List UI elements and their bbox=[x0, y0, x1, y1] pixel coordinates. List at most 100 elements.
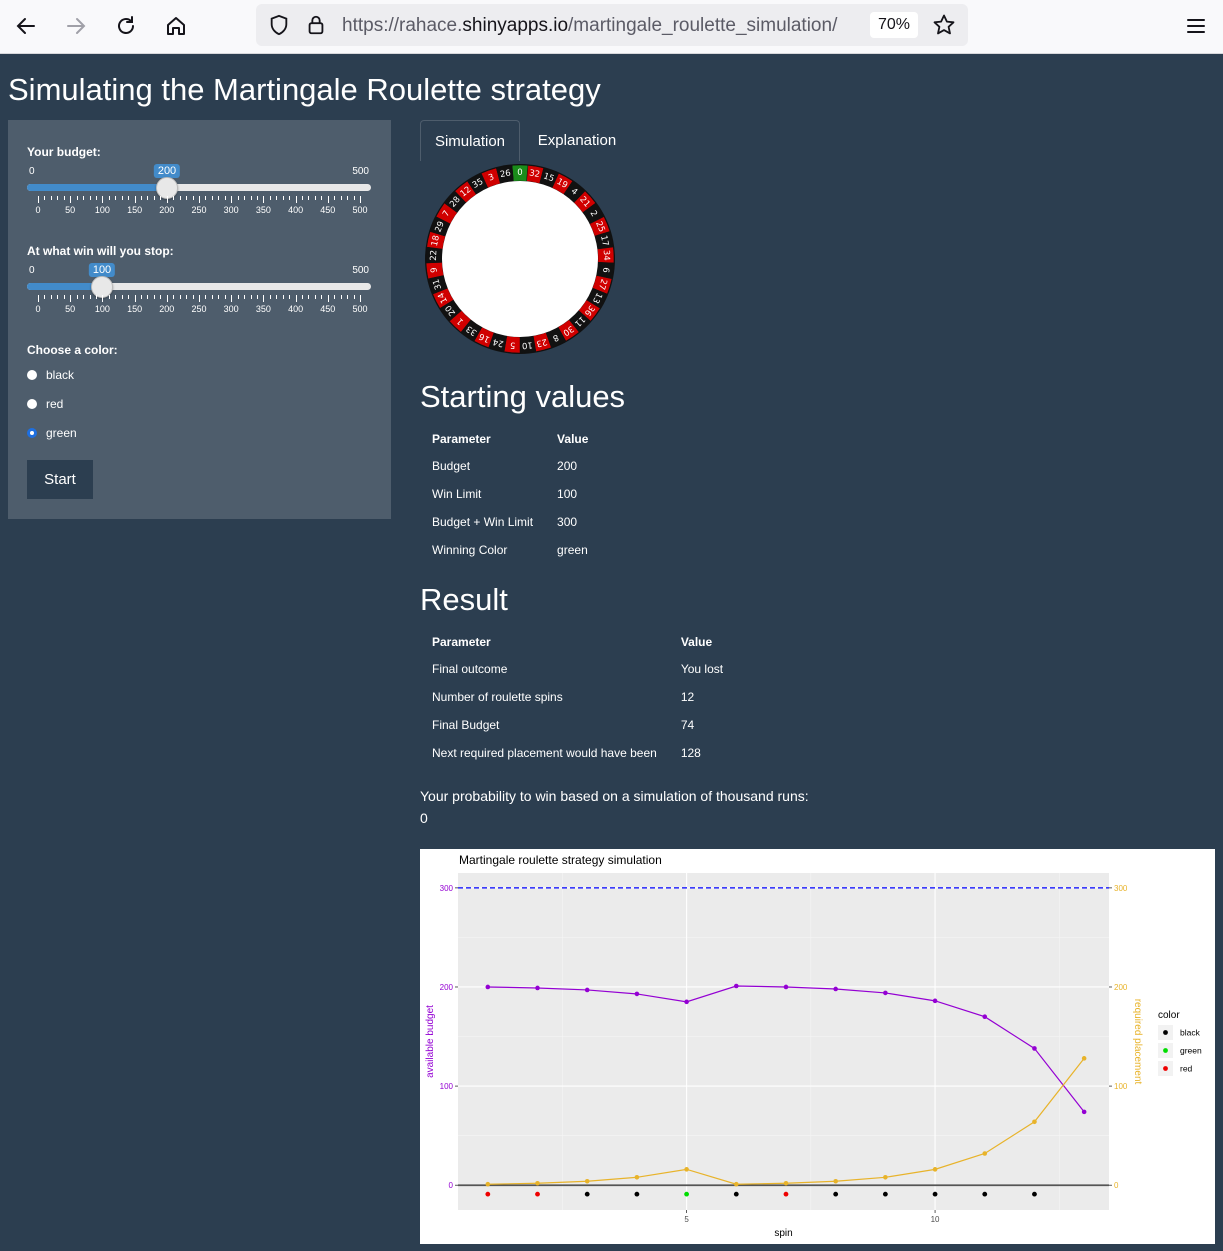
series-point bbox=[684, 1167, 689, 1172]
slider-minor-tick bbox=[141, 196, 143, 200]
legend-dot bbox=[1163, 1048, 1168, 1053]
slider-minor-tick bbox=[244, 295, 246, 299]
value-cell: 100 bbox=[557, 487, 578, 501]
slider-minor-tick bbox=[179, 295, 181, 299]
series-point bbox=[883, 990, 888, 996]
slider-minor-tick bbox=[173, 295, 175, 299]
slider-minor-tick bbox=[50, 196, 52, 200]
slider-tick-label: 100 bbox=[94, 205, 110, 215]
slider-tick bbox=[134, 295, 136, 302]
spin-color-point bbox=[733, 1191, 739, 1197]
slider-minor-tick bbox=[302, 295, 304, 299]
url-path: /martingale_roulette_simulation/ bbox=[568, 15, 838, 36]
slider-minor-tick bbox=[89, 196, 91, 200]
slider-minor-tick bbox=[147, 295, 149, 299]
chart-panel bbox=[458, 873, 1109, 1210]
series-point bbox=[634, 1174, 640, 1180]
table-row: Next required placement would have been 1… bbox=[420, 739, 735, 767]
series-point bbox=[883, 1174, 888, 1180]
y2-axis-title: required placement bbox=[1132, 999, 1143, 1085]
slider-tick-label: 450 bbox=[320, 304, 336, 314]
slider-tick-label: 0 bbox=[35, 205, 41, 215]
slider-tick-label: 400 bbox=[288, 205, 304, 215]
param-cell: Budget + Win Limit bbox=[432, 515, 534, 529]
tab-explanation[interactable]: Explanation bbox=[522, 120, 632, 161]
wheel-number: 32 bbox=[528, 168, 540, 180]
spin-color-point bbox=[485, 1191, 491, 1197]
slider-minor-tick bbox=[147, 196, 149, 200]
y-axis-title: available budget bbox=[425, 1005, 436, 1078]
slider-minor-tick bbox=[218, 196, 220, 200]
slider-tick bbox=[166, 295, 168, 302]
stopwin-slider[interactable]: 0 500 100 0 50 100 150 200 250 300 350 400 450 500 bbox=[27, 263, 371, 325]
slider-tick bbox=[70, 196, 72, 203]
slider-minor-tick bbox=[44, 196, 46, 200]
y2-tick-label: 100 bbox=[1114, 1082, 1128, 1091]
slider-minor-tick bbox=[160, 196, 162, 200]
slider-minor-tick bbox=[289, 295, 291, 299]
slider-minor-tick bbox=[121, 295, 123, 299]
bookmark-star-icon[interactable] bbox=[932, 13, 956, 42]
url-bar[interactable]: https://rahace.shinyapps.io/martingale_r… bbox=[256, 4, 968, 46]
slider-tick-label: 350 bbox=[255, 205, 271, 215]
stopwin-min-label: 0 bbox=[29, 265, 35, 276]
series-point bbox=[634, 991, 640, 997]
series-point bbox=[535, 985, 540, 991]
spin-color-point bbox=[882, 1191, 888, 1197]
slider-minor-tick bbox=[179, 196, 181, 200]
slider-minor-tick bbox=[347, 295, 349, 299]
slider-tick-label: 150 bbox=[127, 205, 143, 215]
value-cell: green bbox=[557, 543, 588, 557]
radio-green-circle[interactable] bbox=[27, 428, 37, 438]
wheel-number: 22 bbox=[429, 250, 439, 261]
menu-icon[interactable] bbox=[1180, 10, 1212, 42]
value-cell: You lost bbox=[680, 662, 724, 676]
radio-green[interactable]: green bbox=[27, 425, 77, 441]
slider-minor-tick bbox=[83, 196, 85, 200]
slider-minor-tick bbox=[340, 196, 342, 200]
slider-tick-label: 500 bbox=[352, 205, 368, 215]
shield-icon[interactable] bbox=[268, 14, 290, 41]
series-point bbox=[932, 998, 938, 1004]
reload-icon[interactable] bbox=[110, 10, 142, 42]
radio-red[interactable]: red bbox=[27, 396, 63, 412]
slider-tick-label: 450 bbox=[320, 205, 336, 215]
slider-tick bbox=[38, 196, 39, 203]
budget-max-label: 500 bbox=[352, 166, 369, 177]
table-row: Winning Color green bbox=[420, 536, 600, 564]
zoom-level[interactable]: 70% bbox=[870, 12, 918, 38]
slider-tick bbox=[199, 196, 200, 203]
table-row: Budget 200 bbox=[420, 452, 600, 480]
value-cell: 128 bbox=[680, 746, 701, 760]
slider-tick-label: 300 bbox=[223, 304, 239, 314]
radio-red-circle[interactable] bbox=[27, 399, 37, 409]
slider-minor-tick bbox=[141, 295, 143, 299]
slider-minor-tick bbox=[237, 196, 239, 200]
spin-color-point bbox=[535, 1191, 540, 1197]
slider-minor-tick bbox=[95, 196, 97, 200]
tab-simulation[interactable]: Simulation bbox=[420, 120, 520, 161]
budget-slider[interactable]: 0 500 200 0 50 100 150 200 250 300 350 400 450 500 bbox=[27, 164, 371, 226]
slider-minor-tick bbox=[211, 295, 213, 299]
lock-icon[interactable] bbox=[306, 14, 326, 41]
legend-label: black bbox=[1180, 1028, 1201, 1038]
forward-arrow-icon[interactable] bbox=[60, 10, 92, 42]
slider-tick-label: 100 bbox=[94, 304, 110, 314]
slider-minor-tick bbox=[308, 196, 310, 200]
param-cell: Budget bbox=[432, 459, 471, 473]
start-button[interactable]: Start bbox=[27, 460, 93, 499]
stopwin-max-label: 500 bbox=[352, 265, 369, 276]
back-arrow-icon[interactable] bbox=[10, 10, 42, 42]
param-cell: Final Budget bbox=[432, 718, 500, 732]
slider-minor-tick bbox=[128, 295, 130, 299]
home-icon[interactable] bbox=[160, 10, 192, 42]
table-row: Number of roulette spins 12 bbox=[420, 683, 735, 711]
url-text[interactable]: https://rahace.shinyapps.io/martingale_r… bbox=[342, 15, 837, 37]
spin-color-point bbox=[1032, 1191, 1037, 1197]
slider-minor-tick bbox=[95, 295, 97, 299]
radio-black-circle[interactable] bbox=[27, 370, 37, 380]
url-host: shinyapps.io bbox=[462, 15, 569, 36]
radio-black[interactable]: black bbox=[27, 367, 74, 383]
color-label: Choose a color: bbox=[27, 343, 118, 357]
series-point bbox=[833, 986, 838, 992]
